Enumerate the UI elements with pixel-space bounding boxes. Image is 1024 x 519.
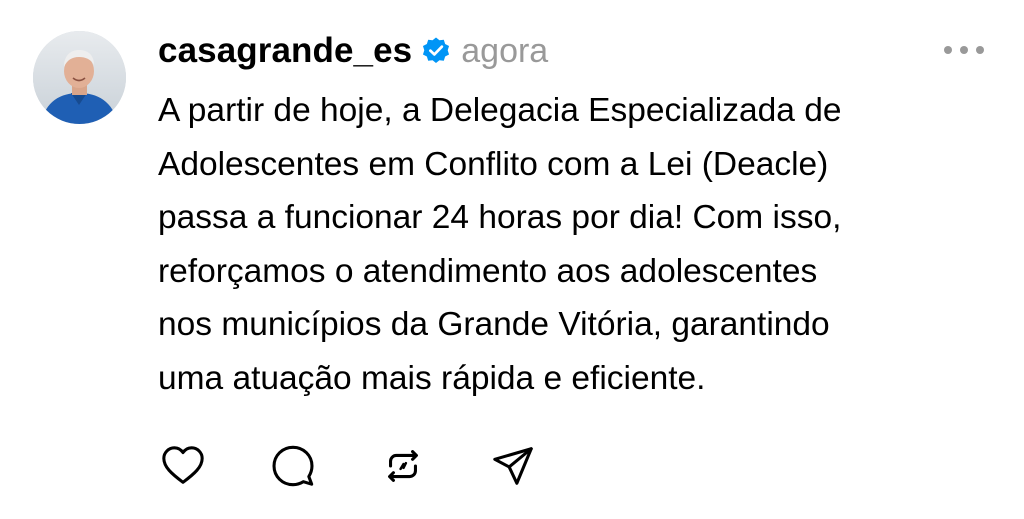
comment-icon bbox=[272, 445, 314, 487]
share-button[interactable] bbox=[488, 441, 538, 491]
share-icon bbox=[493, 447, 533, 485]
action-bar bbox=[158, 441, 538, 491]
like-button[interactable] bbox=[158, 441, 208, 491]
timestamp: agora bbox=[461, 31, 549, 70]
verified-badge-icon bbox=[421, 36, 451, 66]
more-options-icon[interactable] bbox=[944, 40, 984, 60]
more-dot bbox=[944, 46, 952, 54]
post-text: A partir de hoje, a Delegacia Especializ… bbox=[158, 84, 998, 405]
post-text-line: reforçamos o atendimento aos adolescente… bbox=[158, 252, 818, 290]
comment-button[interactable] bbox=[268, 441, 318, 491]
post-text-line: Adolescentes em Conflito com a Lei (Deac… bbox=[158, 145, 829, 183]
profile-photo-icon bbox=[33, 31, 126, 124]
repost-icon bbox=[388, 450, 418, 482]
post-text-line: uma atuação mais rápida e eficiente. bbox=[158, 359, 706, 397]
repost-button[interactable] bbox=[378, 441, 428, 491]
post-text-line: nos municípios da Grande Vitória, garant… bbox=[158, 306, 830, 343]
avatar[interactable] bbox=[33, 31, 126, 124]
heart-icon bbox=[162, 446, 204, 484]
post-text-line: passa a funcionar 24 horas por dia! Com … bbox=[158, 199, 842, 236]
post-header: casagrande_es agora bbox=[158, 26, 548, 76]
more-dot bbox=[976, 46, 984, 54]
more-dot bbox=[960, 46, 968, 54]
username[interactable]: casagrande_es bbox=[158, 31, 412, 71]
post-text-line: A partir de hoje, a Delegacia Especializ… bbox=[158, 92, 842, 129]
